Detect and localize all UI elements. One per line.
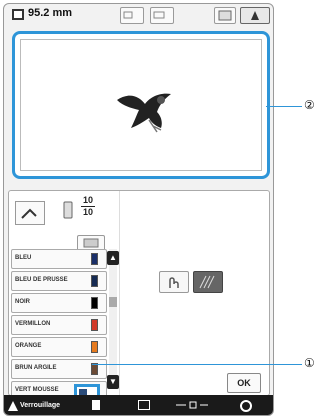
frame-button[interactable] (150, 7, 174, 24)
thread-item-vermillon[interactable]: VERMILLON (11, 315, 107, 335)
stitch-icon (199, 275, 215, 289)
size-icon (12, 9, 24, 20)
stitch-display-button[interactable] (193, 271, 223, 293)
thread-scrollbar[interactable] (109, 249, 117, 379)
embroidery-icon (251, 11, 259, 20)
triangle-up-icon: ▲ (109, 253, 117, 262)
scroll-up-button[interactable]: ▲ (107, 251, 119, 265)
thread-name: VERT MOUSSE (15, 387, 59, 393)
thread-options-icon (83, 238, 99, 248)
thread-list: BLEU BLEU DE PRUSSE NOIR VERMILLON ORANG… (11, 249, 107, 407)
callout-two: ② (304, 98, 315, 112)
thread-item-orange[interactable]: ORANGE (11, 337, 107, 357)
callout-line-one (92, 364, 302, 365)
bottom-bar: Verrouillage (4, 395, 273, 415)
total-thread-count: 10 (83, 207, 94, 217)
scroll-thumb[interactable] (109, 297, 117, 307)
thread-swatch (91, 253, 98, 265)
thread-name: BRUN ARGILE (15, 365, 57, 371)
thread-panel: 10 10 BLEU BLEU DE PRUSSE NOIR VERMILLON… (8, 190, 270, 405)
thread-item-bleu[interactable]: BLEU (11, 249, 107, 269)
warning-icon (8, 400, 18, 411)
zoom-button[interactable] (120, 7, 144, 24)
callout-one: ① (304, 356, 315, 370)
thread-name: ORANGE (15, 343, 42, 349)
preview-area (20, 39, 262, 171)
thread-swatch (91, 297, 98, 309)
embroidery-button[interactable] (240, 7, 270, 24)
current-thread-count: 10 (83, 195, 94, 205)
embroidery-screen: 95.2 mm 10 10 BLEU BLEU DE PRUSSE NOIR V… (3, 3, 274, 416)
frame-view-icon[interactable] (138, 400, 150, 410)
frame-icon (153, 11, 165, 19)
thread-name: VERMILLON (15, 321, 51, 327)
image-button[interactable] (214, 7, 236, 24)
lock-label: Verrouillage (20, 402, 61, 409)
arrows-icon[interactable] (174, 400, 210, 410)
thread-name: BLEU (15, 255, 32, 261)
callout-line-two (266, 106, 302, 107)
thread-view-button[interactable] (15, 201, 45, 225)
lock-button[interactable]: Verrouillage (8, 399, 60, 412)
page-icon[interactable] (92, 400, 100, 410)
embroidery-preview[interactable] (12, 31, 270, 179)
thread-swatch (91, 341, 98, 353)
clock-icon[interactable] (240, 400, 252, 412)
design-size-value: 95.2 mm (28, 7, 73, 19)
hand-icon (169, 277, 179, 288)
image-icon (218, 10, 232, 21)
thread-swatch (91, 319, 98, 331)
zoom-icon (123, 11, 133, 19)
spool-icon (63, 201, 73, 219)
thread-name: BLEU DE PRUSSE (15, 277, 68, 283)
thread-swatch (91, 275, 98, 287)
thread-name: NOIR (15, 299, 30, 305)
thread-item-bleu-de-prusse[interactable]: BLEU DE PRUSSE (11, 271, 107, 291)
hand-button[interactable] (159, 271, 189, 293)
thread-item-brun-argile[interactable]: BRUN ARGILE (11, 359, 107, 379)
scroll-down-button[interactable]: ▼ (107, 375, 119, 389)
thread-item-noir[interactable]: NOIR (11, 293, 107, 313)
triangle-down-icon: ▼ (109, 377, 117, 386)
bird-design-image (117, 93, 171, 133)
needle-icon (21, 208, 37, 219)
ok-button[interactable]: OK (227, 373, 261, 393)
top-bar: 95.2 mm (4, 4, 273, 26)
